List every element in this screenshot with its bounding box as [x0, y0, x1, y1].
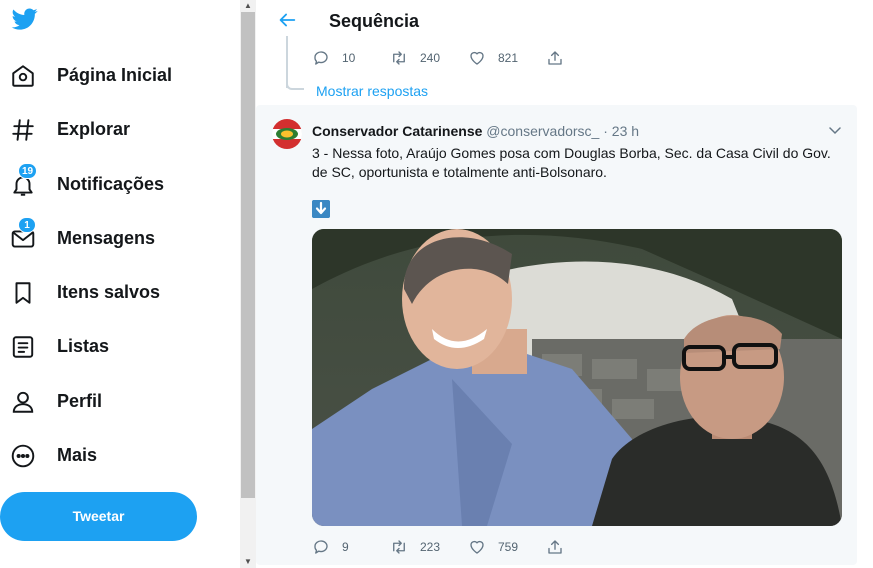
retweet-button[interactable]: 240	[390, 49, 468, 67]
sidebar-item-messages[interactable]: 1 Mensagens	[0, 217, 235, 259]
sidebar-item-label: Notificações	[57, 174, 165, 194]
main-column: Sequência 10 240 821 Mostrar respostas C…	[256, 0, 873, 568]
like-count: 821	[498, 51, 519, 65]
photo-image	[312, 229, 842, 526]
back-arrow-icon[interactable]	[276, 9, 298, 31]
twitter-logo-icon[interactable]	[10, 6, 40, 32]
sidebar-item-profile[interactable]: Perfil	[0, 382, 235, 422]
notifications-badge: 19	[18, 163, 38, 179]
sidebar-item-label: Página Inicial	[57, 65, 173, 85]
more-icon	[11, 444, 35, 468]
list-icon	[12, 336, 34, 358]
home-icon	[12, 65, 34, 87]
scroll-up-arrow-icon[interactable]: ▲	[240, 0, 256, 12]
bookmark-icon	[15, 282, 31, 304]
tweet-button[interactable]: Tweetar	[0, 492, 197, 541]
sidebar-item-label: Explorar	[57, 119, 131, 139]
sidebar-item-notifications[interactable]: 19 Notificações	[0, 163, 235, 205]
like-count: 759	[498, 540, 519, 554]
share-button[interactable]	[546, 49, 624, 67]
sidebar-item-label: Itens salvos	[57, 282, 161, 302]
reply-icon	[314, 51, 328, 65]
reply-button[interactable]: 10	[312, 49, 390, 67]
retweet-icon	[393, 540, 405, 554]
heart-icon	[470, 540, 484, 554]
like-button[interactable]: 759	[468, 538, 546, 556]
tweet-actions: 9 223 759	[312, 537, 624, 557]
hashtag-icon	[12, 119, 34, 141]
heart-icon	[470, 51, 484, 65]
separator-dot: ·	[603, 123, 608, 139]
previous-tweet-actions: 10 240 821	[312, 48, 624, 68]
chevron-down-icon[interactable]	[828, 125, 842, 135]
reply-button[interactable]: 9	[312, 538, 390, 556]
scrollbar[interactable]: ▲ ▼	[240, 0, 256, 568]
sidebar: Página Inicial Explorar 19 Notificações …	[0, 0, 240, 568]
sidebar-item-label: Perfil	[57, 391, 103, 411]
sidebar-item-label: Listas	[57, 336, 110, 356]
share-icon	[548, 540, 562, 554]
tweet-text: 3 - Nessa foto, Araújo Gomes posa com Do…	[312, 145, 831, 180]
reply-count: 9	[342, 540, 349, 554]
tweet-time[interactable]: 23 h	[612, 123, 639, 139]
sidebar-item-home[interactable]: Página Inicial	[0, 56, 235, 96]
share-icon	[548, 51, 562, 65]
tweet-photo[interactable]	[312, 229, 842, 526]
sidebar-item-label: Mais	[57, 445, 98, 465]
person-icon	[12, 391, 34, 413]
retweet-count: 240	[420, 51, 441, 65]
messages-badge: 1	[18, 217, 36, 233]
sc-flag-avatar-icon	[272, 119, 302, 149]
tweet-author: Conservador Catarinense @conservadorsc_ …	[312, 123, 639, 139]
tweet[interactable]: Conservador Catarinense @conservadorsc_ …	[256, 105, 857, 565]
thread-connector	[286, 78, 304, 90]
avatar[interactable]	[272, 119, 302, 149]
sidebar-item-bookmarks[interactable]: Itens salvos	[0, 273, 235, 313]
retweet-count: 223	[420, 540, 441, 554]
page-title: Sequência	[329, 11, 420, 31]
scroll-down-arrow-icon[interactable]: ▼	[240, 556, 256, 568]
show-replies-link[interactable]: Mostrar respostas	[316, 83, 428, 99]
scroll-thumb[interactable]	[241, 12, 255, 498]
author-handle[interactable]: @conservadorsc_	[486, 123, 599, 139]
app-window: Página Inicial Explorar 19 Notificações …	[0, 0, 873, 568]
reply-count: 10	[342, 51, 356, 65]
reply-icon	[314, 540, 328, 554]
down-arrow-emoji-icon	[312, 200, 330, 218]
sidebar-item-more[interactable]: Mais	[0, 436, 235, 476]
share-button[interactable]	[546, 538, 624, 556]
sidebar-item-explore[interactable]: Explorar	[0, 110, 235, 150]
page-header: Sequência	[256, 0, 873, 42]
retweet-button[interactable]: 223	[390, 538, 468, 556]
like-button[interactable]: 821	[468, 49, 546, 67]
retweet-icon	[393, 51, 405, 65]
author-name[interactable]: Conservador Catarinense	[312, 123, 482, 139]
sidebar-item-label: Mensagens	[57, 228, 156, 248]
sidebar-item-lists[interactable]: Listas	[0, 327, 235, 367]
